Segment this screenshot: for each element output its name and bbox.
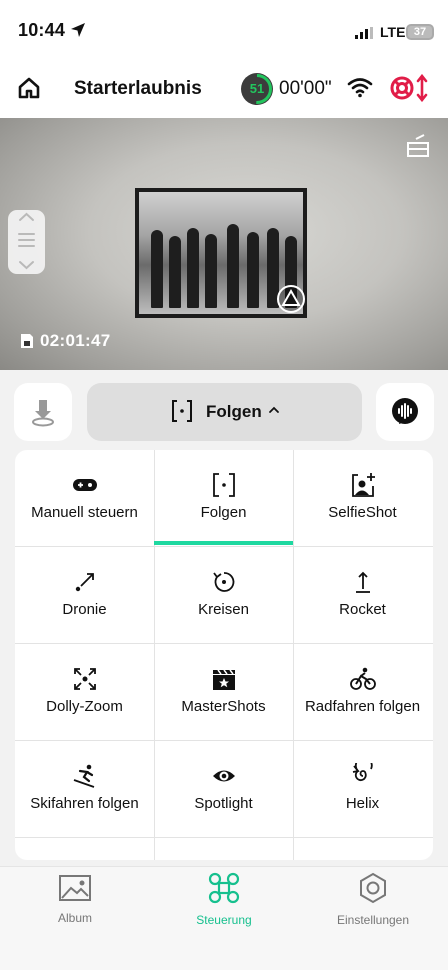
dronie-arrow-icon bbox=[75, 573, 94, 592]
page-title: Starterlaubnis bbox=[74, 78, 202, 99]
chevron-up-icon bbox=[269, 406, 279, 413]
album-icon bbox=[59, 875, 91, 901]
selfie-icon bbox=[351, 473, 375, 497]
mode-rocket[interactable]: Rocket bbox=[293, 547, 432, 644]
mode-selfieshot[interactable]: SelfieShot bbox=[293, 450, 432, 547]
gimbal-tilt-slider[interactable] bbox=[8, 210, 45, 274]
dolly-zoom-icon bbox=[73, 668, 96, 690]
wifi-icon bbox=[347, 78, 373, 98]
tab-album[interactable]: Album bbox=[15, 874, 135, 925]
drone-control-icon bbox=[208, 872, 240, 904]
top-header bbox=[0, 60, 448, 118]
follow-bracket-icon bbox=[172, 400, 192, 422]
mode-helix[interactable]: Helix bbox=[293, 741, 432, 838]
mode-manual[interactable]: Manuell steuern bbox=[15, 450, 154, 547]
skier-icon bbox=[73, 764, 94, 788]
tab-control[interactable]: Steuerung bbox=[164, 872, 284, 927]
cellular-signal-icon bbox=[355, 27, 373, 39]
location-arrow-icon bbox=[71, 23, 85, 37]
flight-time: 00'00" bbox=[279, 78, 332, 99]
gamepad-icon bbox=[72, 479, 97, 491]
split-view-icon[interactable] bbox=[406, 134, 430, 158]
mode-follow[interactable]: Folgen bbox=[154, 450, 293, 547]
mode-skiing-follow[interactable]: Skifahren folgen bbox=[15, 741, 154, 838]
follow-bracket-icon bbox=[212, 473, 235, 497]
tab-settings[interactable]: Einstellungen bbox=[313, 872, 433, 927]
download-button[interactable] bbox=[14, 383, 72, 441]
sd-card-icon bbox=[21, 334, 33, 348]
mode-dronie[interactable]: Dronie bbox=[15, 547, 154, 644]
phone-battery: 37 bbox=[406, 24, 434, 40]
home-icon[interactable] bbox=[18, 77, 40, 99]
mode-orbit[interactable]: Kreisen bbox=[154, 547, 293, 644]
cyclist-icon bbox=[349, 667, 376, 690]
recording-remaining-time: 02:01:47 bbox=[40, 331, 111, 350]
eye-icon bbox=[212, 770, 235, 782]
drone-battery-value: 51 bbox=[249, 81, 265, 96]
mode-cycling-follow[interactable]: Radfahren folgen bbox=[293, 644, 432, 741]
clapperboard-icon bbox=[212, 669, 235, 690]
network-type: LTE bbox=[380, 24, 406, 40]
mode-dolly-zoom[interactable]: Dolly-Zoom bbox=[15, 644, 154, 741]
current-mode-label: Folgen bbox=[206, 402, 262, 421]
helix-icon bbox=[352, 763, 373, 782]
status-time: 10:44 bbox=[18, 20, 66, 40]
mode-spotlight[interactable]: Spotlight bbox=[154, 741, 293, 838]
voice-control-button[interactable] bbox=[376, 383, 434, 441]
flight-mode-grid: Manuell steuern Folgen SelfieShot Dronie… bbox=[15, 450, 433, 860]
settings-hexagon-icon bbox=[360, 872, 386, 904]
circle-rotate-icon bbox=[212, 572, 234, 592]
tracked-subject-icon[interactable] bbox=[276, 284, 306, 314]
active-mode-indicator bbox=[154, 541, 293, 545]
mode-mastershots[interactable]: MasterShots bbox=[154, 644, 293, 741]
rescue-mode-icon[interactable] bbox=[390, 74, 432, 102]
rocket-up-icon bbox=[355, 571, 370, 593]
